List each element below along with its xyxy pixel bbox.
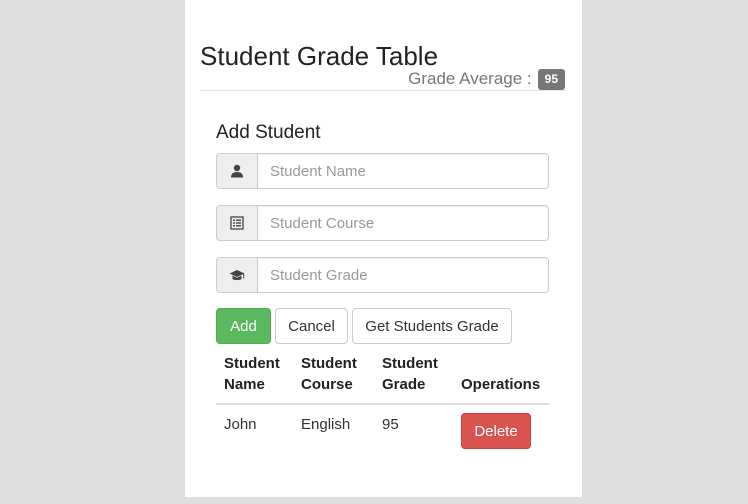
header-student-name: Student Name <box>216 348 293 405</box>
grade-average-badge: 95 <box>537 68 565 90</box>
student-grade-table: Student Name Student Course Student Grad… <box>216 348 549 457</box>
student-grade-panel: Student Grade Table Grade Average : 95 A… <box>185 0 582 497</box>
grade-average-label: Grade Average : <box>408 69 532 88</box>
graduation-cap-icon <box>216 257 257 293</box>
table-header-row: Student Name Student Course Student Grad… <box>216 348 549 405</box>
get-students-grade-button[interactable]: Get Students Grade <box>352 308 512 344</box>
grade-average: Grade Average : 95 <box>408 68 565 90</box>
add-button[interactable]: Add <box>216 308 271 344</box>
delete-button[interactable]: Delete <box>461 413 531 449</box>
student-grade-group <box>216 257 549 293</box>
header-student-grade: Student Grade <box>374 348 453 405</box>
student-name-input[interactable] <box>257 153 549 189</box>
table-row: John English 95 Delete <box>216 404 549 457</box>
cell-student-name: John <box>224 416 257 433</box>
cell-student-grade: 95 <box>382 416 399 433</box>
header-student-course: Student Course <box>293 348 374 405</box>
student-course-group <box>216 205 549 241</box>
title-divider <box>200 90 567 91</box>
add-student-title: Add Student <box>216 122 321 143</box>
student-name-group <box>216 153 549 189</box>
page-title: Student Grade Table <box>200 41 439 71</box>
cancel-button[interactable]: Cancel <box>275 308 348 344</box>
student-grade-input[interactable] <box>257 257 549 293</box>
user-icon <box>216 153 257 189</box>
header-operations: Operations <box>453 348 549 405</box>
cell-student-course: English <box>301 416 351 433</box>
student-course-input[interactable] <box>257 205 549 241</box>
cell-operations: Delete <box>453 404 549 457</box>
list-icon <box>216 205 257 241</box>
